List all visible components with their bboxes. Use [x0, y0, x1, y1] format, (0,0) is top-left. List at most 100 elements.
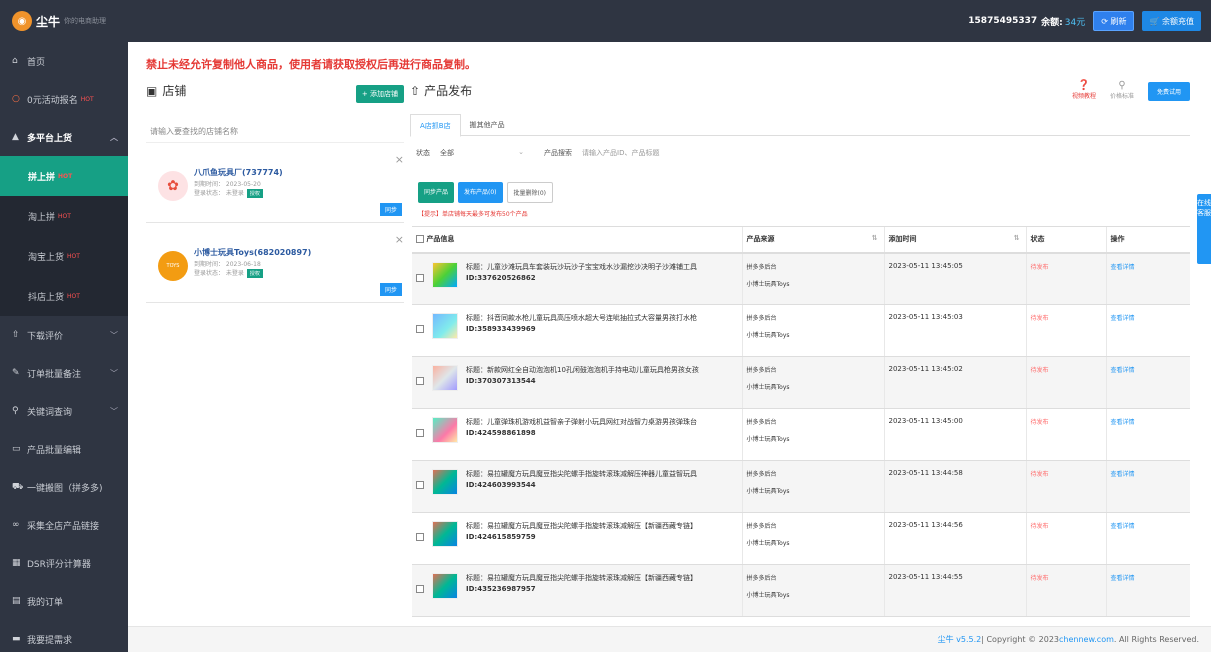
status-select[interactable]: 全部 ⌄: [440, 148, 524, 158]
product-title: 标题：易拉罐魔方玩具魔豆指尖陀螺手指旋转滚珠减解压神器儿童益智玩具: [466, 470, 697, 478]
account-phone: 15875495337: [968, 16, 1038, 26]
hot-badge: HOT: [58, 212, 71, 220]
row-checkbox[interactable]: [416, 325, 424, 333]
list-icon: ▤: [12, 596, 21, 606]
product-source: 拼多多后台: [746, 575, 777, 582]
sidebar-item-download-reviews[interactable]: ⇧ 下载评价 ﹀: [0, 316, 128, 354]
row-checkbox[interactable]: [416, 377, 424, 385]
row-checkbox[interactable]: [416, 585, 424, 593]
sync-shop-button[interactable]: 同步: [379, 283, 402, 296]
col-product-info: 产品信息: [412, 226, 742, 254]
sidebar-item-tao-shang-pin[interactable]: 淘上拼 HOT: [0, 196, 128, 236]
select-all-checkbox[interactable]: [416, 235, 424, 244]
edit-icon: ✎: [12, 368, 20, 378]
cubes-icon: ▲: [12, 132, 19, 142]
sync-products-button[interactable]: 同步产品: [418, 182, 455, 203]
sidebar-item-requirements[interactable]: ▬ 我要提需求: [0, 620, 128, 652]
upload-icon: ⇧: [410, 83, 421, 98]
refresh-icon: ⟳: [1101, 16, 1111, 26]
close-icon[interactable]: ×: [395, 233, 404, 246]
product-thumbnail: [432, 417, 458, 443]
sidebar-item-my-orders[interactable]: ▤ 我的订单: [0, 582, 128, 620]
shop-card[interactable]: × TOYS 小博士玩具Toys(682020897) 到期时间： 2023-0…: [146, 229, 404, 303]
row-checkbox[interactable]: [416, 429, 424, 437]
view-details-link[interactable]: 查看详情: [1111, 523, 1135, 530]
view-details-link[interactable]: 查看详情: [1111, 315, 1135, 322]
sidebar-item-keyword-search[interactable]: ⚲ 关键词查询 ﹀: [0, 392, 128, 430]
product-added-time: 2023-05-11 13:45:00: [883, 408, 1026, 461]
add-shop-button[interactable]: + 添加店铺: [355, 85, 404, 103]
logo-slogan: 你的电商助理: [64, 17, 107, 25]
chevron-down-icon: ﹀: [110, 330, 118, 340]
row-checkbox[interactable]: [416, 533, 424, 541]
row-checkbox[interactable]: [416, 481, 424, 489]
sidebar-item-taobao-upload[interactable]: 淘宝上货 HOT: [0, 236, 128, 276]
sort-icon[interactable]: ⇅: [872, 234, 878, 242]
free-trial-button[interactable]: 免费试用: [1147, 82, 1190, 101]
status-badge: 待发布: [1030, 419, 1049, 426]
product-thumbnail: [432, 573, 458, 599]
view-details-link[interactable]: 查看详情: [1111, 419, 1135, 426]
footer: 尘牛 v5.5.2 | Copyright © 2023 chennew.com…: [128, 626, 1211, 652]
footer-link[interactable]: chennew.com: [1059, 635, 1114, 644]
view-details-link[interactable]: 查看详情: [1111, 575, 1135, 582]
price-standard-link[interactable]: ⚲ 价格标准: [1110, 80, 1134, 100]
table-row: 标题：抖音同款水枪儿童玩具高压喷水超大号连呲抽拉式大容量男孩打水枪 ID:3589…: [412, 304, 1190, 357]
sidebar-item-multi-platform[interactable]: ▲ 多平台上货 ︿: [0, 118, 128, 156]
status-badge: 待发布: [1030, 315, 1049, 322]
main-content: 禁止未经允许复制他人商品，使用者请获取授权后再进行商品复制。 ▣ 店铺 + 添加店…: [128, 42, 1211, 626]
sort-icon[interactable]: ⇅: [1014, 234, 1020, 242]
magnifier-icon: ⚲: [1118, 80, 1126, 91]
sidebar-item-order-notes[interactable]: ✎ 订单批量备注 ﹀: [0, 354, 128, 392]
row-checkbox[interactable]: [416, 273, 424, 282]
sidebar-item-free-activity[interactable]: ○ 0元活动报名 HOT: [0, 80, 128, 118]
footer-version[interactable]: 尘牛 v5.5.2: [938, 634, 982, 645]
sidebar-item-move-images[interactable]: ⛟ 一键搬图（拼多多): [0, 468, 128, 506]
video-tutorial-link[interactable]: ❓ 视频教程: [1072, 80, 1096, 100]
hot-badge: HOT: [58, 172, 73, 180]
product-added-time: 2023-05-11 13:44:58: [883, 460, 1026, 513]
sidebar-item-batch-edit[interactable]: ▭ 产品批量编辑: [0, 430, 128, 468]
close-icon[interactable]: ×: [395, 153, 404, 166]
sidebar-item-collect-links[interactable]: ∞ 采集全店产品链接: [0, 506, 128, 544]
batch-delete-button[interactable]: 批量删除(0): [506, 182, 554, 203]
product-id: ID:424603993544: [466, 481, 536, 489]
product-search-input[interactable]: 请输入产品ID、产品标题: [582, 148, 659, 158]
status-badge: 待发布: [1030, 575, 1049, 582]
product-title: 标题：抖音同款水枪儿童玩具高压喷水超大号连呲抽拉式大容量男孩打水枪: [466, 314, 697, 322]
shop-expire: 到期时间： 2023-05-20: [194, 181, 261, 188]
publish-products-button[interactable]: 发布产品(0): [458, 182, 503, 203]
tab-other-products[interactable]: 搬其他产品: [461, 114, 514, 135]
recharge-button[interactable]: 🛒 余额充值: [1142, 11, 1201, 31]
product-added-time: 2023-05-11 13:45:02: [883, 356, 1026, 409]
online-service-button[interactable]: 在线客服: [1197, 194, 1211, 264]
sidebar-submenu: 拼上拼 HOT 淘上拼 HOT 淘宝上货 HOT 抖店上货 HOT: [0, 156, 128, 316]
refresh-button[interactable]: ⟳ 刷新: [1093, 11, 1135, 31]
shop-login-status: 登录状态： 未登录 授权: [194, 188, 263, 198]
product-title: 标题：易拉罐魔方玩具魔豆指尖陀螺手指旋转滚珠减解压【新疆西藏专链】: [466, 522, 697, 530]
sidebar-item-home[interactable]: ⌂ 首页: [0, 42, 128, 80]
view-details-link[interactable]: 查看详情: [1111, 264, 1135, 271]
balance-label: 余额:: [1041, 17, 1063, 28]
authorize-button[interactable]: 授权: [246, 189, 263, 198]
view-details-link[interactable]: 查看详情: [1111, 471, 1135, 478]
product-shop: 小博士玩具Toys: [746, 384, 790, 391]
sidebar-item-dsr-calculator[interactable]: ▦ DSR评分计算器: [0, 544, 128, 582]
tab-a-shop-b-shop[interactable]: A店抓B店: [410, 114, 461, 137]
logo[interactable]: ◉ 尘牛 你的电商助理: [0, 11, 128, 31]
link-icon: ∞: [12, 520, 20, 530]
shop-card[interactable]: × ✿ 八爪鱼玩具厂(737774) 到期时间： 2023-05-20 登录状态…: [146, 149, 404, 223]
shop-name: 小博士玩具Toys(682020897): [194, 248, 312, 257]
sidebar-item-pin-shang-pin[interactable]: 拼上拼 HOT: [0, 156, 128, 196]
authorize-button[interactable]: 授权: [246, 269, 263, 278]
shop-search-input[interactable]: 请输入要查找的店铺名称: [146, 121, 404, 143]
sidebar-item-douyin-upload[interactable]: 抖店上货 HOT: [0, 276, 128, 316]
product-source: 拼多多后台: [746, 419, 777, 426]
status-badge: 待发布: [1030, 471, 1049, 478]
message-icon: ▬: [12, 634, 21, 644]
product-id: ID:337620526862: [466, 273, 536, 282]
product-added-time: 2023-05-11 13:45:05: [883, 252, 1026, 305]
product-source: 拼多多后台: [746, 471, 777, 478]
sync-shop-button[interactable]: 同步: [379, 203, 402, 216]
view-details-link[interactable]: 查看详情: [1111, 367, 1135, 374]
